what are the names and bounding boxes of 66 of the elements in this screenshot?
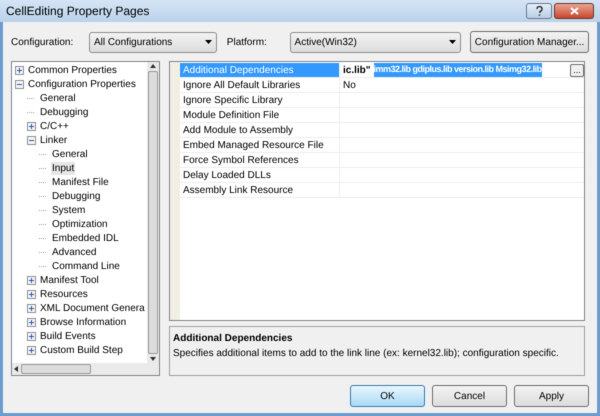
property-name[interactable]: Ignore All Default Libraries bbox=[180, 78, 340, 92]
tree-item[interactable]: Advanced bbox=[51, 246, 98, 258]
platform-label: Platform: bbox=[226, 36, 268, 50]
property-name[interactable]: Ignore Specific Library bbox=[180, 93, 340, 107]
tree-item[interactable]: Input bbox=[51, 162, 76, 174]
scrollbar-thumb[interactable] bbox=[21, 364, 91, 374]
close-icon bbox=[570, 7, 578, 15]
tree-item[interactable]: Resources bbox=[39, 288, 89, 300]
tree-item[interactable]: Debugging bbox=[51, 190, 102, 202]
expand-icon[interactable] bbox=[27, 276, 36, 284]
browse-button[interactable]: ... bbox=[570, 64, 584, 76]
tree-item[interactable]: Manifest File bbox=[51, 176, 110, 188]
scroll-up-icon[interactable] bbox=[150, 64, 156, 68]
configuration-label: Configuration: bbox=[11, 36, 74, 50]
platform-dropdown[interactable]: Active(Win32) bbox=[290, 32, 462, 52]
configuration-dropdown[interactable]: All Configurations bbox=[88, 32, 217, 52]
tree-item[interactable]: Browse Information bbox=[39, 316, 128, 328]
description-title: Additional Dependencies bbox=[173, 332, 294, 346]
dialog-button[interactable]: Cancel bbox=[432, 385, 507, 407]
tree-item[interactable]: Manifest Tool bbox=[39, 274, 100, 286]
description-text: Specifies additional items to add to the link line (ex: kernel32.lib); configuration specific. bbox=[173, 347, 560, 361]
scrollbar-thumb[interactable] bbox=[148, 71, 158, 354]
expand-icon[interactable] bbox=[27, 122, 36, 130]
help-icon bbox=[536, 6, 542, 16]
expand-icon[interactable] bbox=[15, 66, 24, 74]
close-button[interactable] bbox=[554, 3, 594, 19]
expand-icon[interactable] bbox=[27, 304, 36, 312]
expand-icon[interactable] bbox=[27, 290, 36, 298]
property-name[interactable]: Force Symbol References bbox=[180, 153, 340, 167]
window-title: CellEditing Property Pages bbox=[6, 3, 150, 20]
horizontal-scrollbar[interactable] bbox=[12, 363, 159, 375]
tree-item[interactable]: General bbox=[39, 92, 77, 104]
help-button[interactable] bbox=[526, 3, 552, 19]
property-value[interactable]: ic.lib" bbox=[340, 63, 374, 77]
scroll-down-icon[interactable] bbox=[150, 357, 156, 361]
tree-item[interactable]: Common Properties bbox=[27, 64, 118, 76]
configuration-manager-button[interactable]: Configuration Manager... bbox=[470, 31, 590, 53]
dropdown-arrow-icon bbox=[449, 40, 456, 44]
dropdown-arrow-icon bbox=[204, 40, 212, 44]
tree-item[interactable]: Linker bbox=[39, 134, 68, 146]
tree-item[interactable]: General bbox=[51, 148, 89, 160]
tree-item[interactable]: Debugging bbox=[39, 106, 90, 118]
property-name[interactable]: Module Definition File bbox=[180, 108, 340, 122]
vertical-scrollbar[interactable] bbox=[147, 62, 159, 363]
property-name[interactable]: Delay Loaded DLLs bbox=[180, 168, 340, 182]
dialog-button[interactable]: Apply bbox=[514, 385, 589, 407]
tree-item[interactable]: Configuration Properties bbox=[27, 78, 137, 90]
expand-icon[interactable] bbox=[27, 332, 36, 340]
tree-item[interactable]: Build Events bbox=[39, 330, 97, 342]
collapse-icon[interactable] bbox=[15, 80, 24, 88]
tree-item[interactable]: C/C++ bbox=[39, 120, 70, 132]
tree-item[interactable]: Command Line bbox=[51, 260, 121, 272]
collapse-icon[interactable] bbox=[27, 136, 36, 144]
expand-icon[interactable] bbox=[27, 318, 36, 326]
tree-item[interactable]: XML Document Genera bbox=[39, 302, 146, 314]
property-name[interactable]: Add Module to Assembly bbox=[180, 123, 340, 137]
property-value[interactable]: No bbox=[340, 78, 359, 92]
tree-item[interactable]: Custom Build Step bbox=[39, 344, 124, 356]
expand-icon[interactable] bbox=[27, 346, 36, 354]
tree-item[interactable]: Embedded IDL bbox=[51, 232, 120, 244]
scroll-left-icon[interactable] bbox=[14, 366, 18, 372]
dialog-button[interactable]: OK bbox=[350, 385, 425, 407]
property-name[interactable]: Embed Managed Resource File bbox=[180, 138, 340, 152]
property-name[interactable]: Assembly Link Resource bbox=[180, 183, 340, 197]
tree-item[interactable]: System bbox=[51, 204, 86, 216]
tree-item[interactable]: Optimization bbox=[51, 218, 109, 230]
